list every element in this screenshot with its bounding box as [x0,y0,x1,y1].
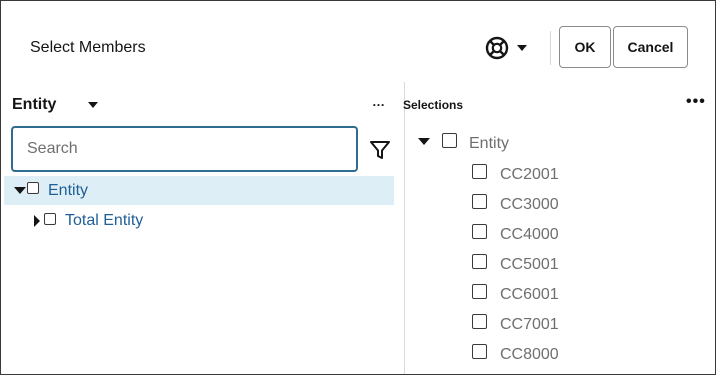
selection-label: CC5001 [500,256,559,273]
ok-button[interactable]: OK [559,26,611,68]
tree-item-label[interactable]: Entity [48,182,88,200]
help-menu-button[interactable] [485,34,535,62]
tree-item-checkbox[interactable] [44,212,56,225]
selection-label: Entity [469,135,510,152]
selection-item[interactable]: CC3000 [472,192,559,213]
selection-item[interactable]: CC4000 [472,222,559,243]
selection-checkbox[interactable] [442,132,457,148]
expand-arrow-icon[interactable] [34,214,40,227]
selection-label: CC6001 [500,286,559,303]
tree-item-total-entity[interactable]: Total Entity [4,206,394,235]
dimension-label: Entity [12,96,57,113]
selection-label: CC2001 [500,166,559,183]
lifebuoy-icon [485,36,509,60]
selection-checkbox[interactable] [472,283,487,299]
selection-checkbox[interactable] [472,223,487,239]
chevron-down-icon [517,45,527,51]
dialog-title: Select Members [30,39,146,56]
selection-item[interactable]: CC8000 [472,342,559,363]
selection-item[interactable]: CC5001 [472,252,559,273]
selection-label: CC3000 [500,196,559,213]
left-panel-more-button[interactable]: … [372,95,386,108]
selection-item[interactable]: CC7001 [472,312,559,333]
panel-divider [404,82,405,374]
search-field[interactable] [11,126,358,172]
toolbar-divider [550,31,551,65]
selection-checkbox[interactable] [472,253,487,269]
collapse-arrow-icon[interactable] [418,137,430,145]
collapse-arrow-icon[interactable] [14,187,26,194]
dimension-dropdown-chevron-icon[interactable] [88,102,98,108]
tree-item-entity[interactable]: Entity [4,176,394,205]
cancel-button[interactable]: Cancel [613,26,688,68]
tree-item-checkbox[interactable] [27,181,39,194]
selection-item[interactable]: CC6001 [472,282,559,303]
selection-item[interactable]: CC2001 [472,162,559,183]
selection-checkbox[interactable] [472,163,487,179]
selection-label: CC8000 [500,346,559,363]
selection-checkbox[interactable] [472,313,487,329]
search-input[interactable] [13,128,356,170]
selections-title: Selections [403,98,464,112]
selection-root-entity[interactable]: Entity [418,132,510,152]
selections-more-button[interactable]: ••• [686,94,706,110]
selection-checkbox[interactable] [472,193,487,209]
select-members-dialog: Select Members OK Cancel Entity … En [0,0,716,375]
filter-icon[interactable] [369,139,391,166]
selection-label: CC7001 [500,316,559,333]
selection-label: CC4000 [500,226,559,243]
selection-checkbox[interactable] [472,343,487,359]
tree-item-label[interactable]: Total Entity [65,212,143,230]
